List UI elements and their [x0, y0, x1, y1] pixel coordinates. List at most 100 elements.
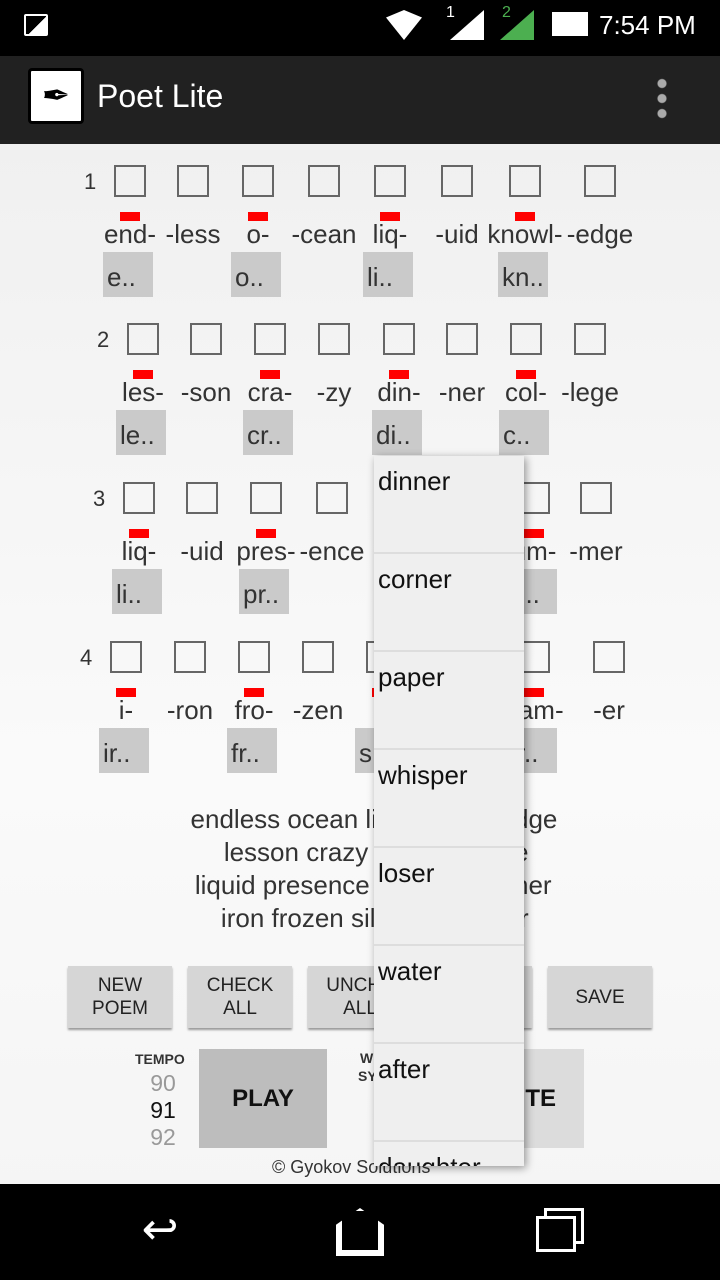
- syllable-checkbox[interactable]: [254, 323, 286, 355]
- word-hint-button[interactable]: kn..: [498, 252, 548, 297]
- poem-line-left: lesson crazy d: [223, 837, 390, 867]
- tempo-prev[interactable]: 90: [148, 1070, 178, 1097]
- sim2-label: 2: [502, 4, 511, 21]
- syllable-checkbox[interactable]: [580, 482, 612, 514]
- syllable-checkbox[interactable]: [127, 323, 159, 355]
- syllable-checkbox[interactable]: [510, 323, 542, 355]
- play-button[interactable]: PLAY: [199, 1049, 327, 1148]
- syllable: end-: [103, 219, 157, 249]
- syllable-checkbox[interactable]: [123, 482, 155, 514]
- syllable: knowl-: [487, 219, 563, 249]
- syllable: liq-: [121, 536, 157, 566]
- syllable: o-: [246, 219, 270, 249]
- dropdown-item[interactable]: corner: [374, 554, 524, 652]
- syllable: -son: [180, 377, 232, 407]
- syllable: -zen: [292, 695, 344, 725]
- navigation-bar: ↩: [0, 1184, 720, 1280]
- status-bar: 1 2 7:54 PM: [0, 0, 720, 56]
- syllable-checkbox[interactable]: [509, 165, 541, 197]
- sim1-label: 1: [446, 4, 455, 21]
- overflow-menu-icon[interactable]: [656, 76, 668, 120]
- syllable-checkbox[interactable]: [177, 165, 209, 197]
- word-hint-button[interactable]: fr..: [227, 728, 277, 773]
- syllable-checkbox[interactable]: [584, 165, 616, 197]
- image-icon: [24, 14, 48, 36]
- syllable-checkbox[interactable]: [446, 323, 478, 355]
- dropdown-item[interactable]: loser: [374, 848, 524, 946]
- dropdown-item[interactable]: daughter: [374, 1142, 524, 1166]
- quill-icon: ✒: [28, 68, 84, 124]
- syllable: fro-: [234, 695, 274, 725]
- poem-line-left: endless ocean lic: [190, 804, 390, 834]
- syllable-checkbox[interactable]: [316, 482, 348, 514]
- word-hint-button[interactable]: o..: [231, 252, 281, 297]
- syllable: cra-: [247, 377, 293, 407]
- syllable-checkbox[interactable]: [186, 482, 218, 514]
- dropdown-item[interactable]: water: [374, 946, 524, 1044]
- dropdown-item[interactable]: dinner: [374, 456, 524, 554]
- syllable-checkbox[interactable]: [318, 323, 350, 355]
- new-poem-button[interactable]: NEW POEM: [68, 966, 172, 1028]
- syllable: -ner: [438, 377, 486, 407]
- syllable-checkbox[interactable]: [374, 165, 406, 197]
- syllable: pres-: [236, 536, 296, 566]
- syllable-checkbox[interactable]: [302, 641, 334, 673]
- word-hint-button[interactable]: li..: [363, 252, 413, 297]
- syllable: -cean: [291, 219, 357, 249]
- syllable: -lege: [561, 377, 619, 407]
- app-title: Poet Lite: [97, 78, 224, 114]
- word-suggestions-dropdown[interactable]: dinnercornerpaperwhisperloserwaterafterd…: [374, 456, 524, 1166]
- syllable-checkbox[interactable]: [383, 323, 415, 355]
- syllable-checkbox[interactable]: [242, 165, 274, 197]
- word-hint-button[interactable]: ir..: [99, 728, 149, 773]
- save-button[interactable]: SAVE: [548, 966, 652, 1028]
- battery-icon: [552, 12, 588, 36]
- write-button-label: ITE: [518, 1084, 556, 1112]
- check-all-button[interactable]: CHECK ALL: [188, 966, 292, 1028]
- syllable: -edge: [566, 219, 634, 249]
- word-hint-button[interactable]: pr..: [239, 569, 289, 614]
- home-icon[interactable]: [336, 1208, 384, 1256]
- word-hint-button[interactable]: li..: [112, 569, 162, 614]
- syllable-checkbox[interactable]: [308, 165, 340, 197]
- syllable-checkbox[interactable]: [114, 165, 146, 197]
- syllable-checkbox[interactable]: [593, 641, 625, 673]
- back-icon[interactable]: ↩: [132, 1204, 188, 1256]
- syllable-checkbox[interactable]: [441, 165, 473, 197]
- syllable: -uid: [180, 536, 224, 566]
- word-hint-button[interactable]: e..: [103, 252, 153, 297]
- syllable: liq-: [372, 219, 408, 249]
- syllable: -zy: [316, 377, 352, 407]
- syllable-checkbox[interactable]: [238, 641, 270, 673]
- syllable-checkbox[interactable]: [174, 641, 206, 673]
- dropdown-item[interactable]: whisper: [374, 750, 524, 848]
- syllable-checkbox[interactable]: [250, 482, 282, 514]
- app-bar: ✒ Poet Lite: [0, 56, 720, 144]
- line-number: 1: [84, 169, 97, 194]
- word-hint-button[interactable]: le..: [116, 410, 166, 455]
- line-number: 3: [93, 486, 106, 511]
- syllable: col-: [505, 377, 547, 407]
- tempo-label: TEMPO: [135, 1051, 185, 1067]
- line-number: 4: [80, 645, 93, 670]
- syllable: -er: [593, 695, 625, 725]
- syllable: -ron: [166, 695, 214, 725]
- word-hint-button[interactable]: di..: [372, 410, 422, 455]
- syllable: i-: [118, 695, 134, 725]
- poem-line-left: iron frozen sile: [220, 903, 390, 933]
- tempo-next[interactable]: 92: [148, 1124, 178, 1151]
- syllable-checkbox[interactable]: [574, 323, 606, 355]
- dropdown-item[interactable]: paper: [374, 652, 524, 750]
- recent-apps-icon[interactable]: [536, 1216, 576, 1252]
- syllable-checkbox[interactable]: [190, 323, 222, 355]
- clock: 7:54 PM: [599, 10, 696, 40]
- tempo-picker[interactable]: 90 91 92: [148, 1070, 178, 1151]
- word-hint-button[interactable]: c..: [499, 410, 549, 455]
- tempo-value: 91: [150, 1097, 176, 1123]
- syllable-checkbox[interactable]: [110, 641, 142, 673]
- dropdown-item[interactable]: after: [374, 1044, 524, 1142]
- line-number: 2: [97, 327, 110, 352]
- syllable: din-: [377, 377, 421, 407]
- word-hint-button[interactable]: cr..: [243, 410, 293, 455]
- wifi-icon: [386, 10, 422, 40]
